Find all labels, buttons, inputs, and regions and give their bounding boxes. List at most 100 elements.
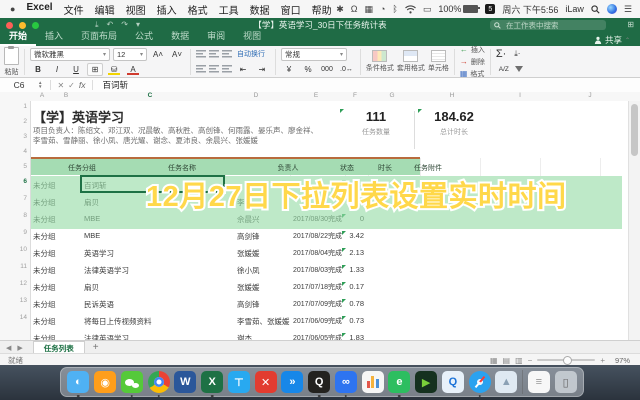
- search-input[interactable]: [504, 20, 598, 31]
- cell-r6c1[interactable]: 未分组: [33, 265, 81, 276]
- cell-r7c2[interactable]: 扇贝: [84, 282, 234, 293]
- bold-button[interactable]: B: [30, 63, 46, 76]
- next-sheet-icon[interactable]: ▶: [17, 344, 22, 352]
- row-header-1[interactable]: 1: [23, 103, 27, 110]
- align-center-icon[interactable]: [209, 65, 219, 73]
- cell-r5c5[interactable]: 2.13: [330, 248, 364, 257]
- sheet-grid[interactable]: 【学】英语学习 项目负责人：陈绍文、邓江双、况晨敏、高秋胜、高创锋、何雨露、晏乐…: [0, 101, 629, 340]
- red-x-app-icon[interactable]: ✕: [255, 371, 277, 393]
- cell-r6c2[interactable]: 法律英语学习: [84, 265, 234, 276]
- trash-icon[interactable]: ▯: [555, 371, 577, 393]
- number-format-select[interactable]: 常规 ▾: [281, 48, 347, 61]
- table-header-任务分组[interactable]: 任务分组: [68, 163, 96, 173]
- image-capture-icon[interactable]: ▦: [364, 5, 373, 14]
- table-row[interactable]: 未分组扇贝张媛媛2017/07/18完成0.17: [0, 278, 628, 296]
- table-header-负责人[interactable]: 负责人: [278, 163, 299, 173]
- cell-r5c1[interactable]: 未分组: [33, 248, 81, 259]
- cancel-entry-icon[interactable]: ✕: [57, 81, 64, 90]
- table-row[interactable]: 未分组法律英语学习徐小凤2017/08/03完成1.33: [0, 261, 628, 279]
- cell-r6c5[interactable]: 1.33: [330, 265, 364, 274]
- clock-icon[interactable]: ◔: [380, 5, 385, 14]
- table-row[interactable]: 未分组将每日上传视频资料李雪茹、张媛媛2017/06/09完成0.73: [0, 312, 628, 330]
- wechat-icon[interactable]: [121, 371, 143, 393]
- excel-icon[interactable]: X: [201, 371, 223, 393]
- cell-r7c1[interactable]: 未分组: [33, 282, 81, 293]
- table-header-任务附件[interactable]: 任务附件: [414, 163, 442, 173]
- ribbon-tab-视图[interactable]: 视图: [234, 29, 270, 46]
- decimal-buttons[interactable]: .0↔: [338, 63, 355, 76]
- normal-view-icon[interactable]: ▦: [490, 356, 498, 365]
- finder-icon[interactable]: ◐: [67, 371, 89, 393]
- column-header-I[interactable]: I: [519, 92, 521, 99]
- menu-6[interactable]: 工具: [219, 2, 239, 17]
- cell-r10c3[interactable]: 谢杰: [237, 333, 291, 340]
- bluetooth-icon[interactable]: ᛒ: [392, 5, 397, 14]
- cells-button-插入[interactable]: ←插入: [460, 45, 485, 55]
- zoom-percent[interactable]: 97%: [610, 356, 630, 365]
- sort-label[interactable]: A/Z: [496, 63, 512, 76]
- cell-r6c3[interactable]: 徐小凤: [237, 265, 291, 276]
- thunder-icon[interactable]: »: [281, 371, 303, 393]
- autosum-button[interactable]: Σ·: [496, 48, 506, 60]
- name-box[interactable]: C6: [0, 80, 38, 90]
- menu-9[interactable]: 帮助: [312, 2, 332, 17]
- cell-r9c2[interactable]: 将每日上传视频资料: [84, 316, 234, 327]
- row-header-14[interactable]: 14: [20, 314, 27, 321]
- column-header-A[interactable]: A: [40, 92, 44, 99]
- comma-style-button[interactable]: 000: [319, 63, 335, 76]
- ribbon-tab-插入[interactable]: 插入: [36, 29, 72, 46]
- sort-filter-icon[interactable]: [515, 66, 523, 72]
- column-header-F[interactable]: F: [353, 92, 357, 99]
- wrap-text-button[interactable]: 自动换行: [235, 48, 267, 61]
- row-header-6[interactable]: 6: [23, 178, 27, 185]
- cell-r5c2[interactable]: 英语学习: [84, 248, 234, 259]
- row-headers[interactable]: 1234567891011121314: [0, 101, 31, 340]
- table-header-任务名称[interactable]: 任务名称: [168, 163, 196, 173]
- percent-button[interactable]: %: [300, 63, 316, 76]
- cell-r8c3[interactable]: 高剑锋: [237, 299, 291, 310]
- row-header-12[interactable]: 12: [20, 280, 27, 287]
- align-middle-icon[interactable]: [209, 50, 219, 58]
- font-color-button[interactable]: A: [125, 63, 141, 76]
- row-header-11[interactable]: 11: [20, 263, 27, 270]
- indent-increase-button[interactable]: ⇥: [254, 63, 270, 76]
- row-header-3[interactable]: 3: [23, 133, 27, 140]
- ribbon-tab-数据[interactable]: 数据: [162, 29, 198, 46]
- launcher-icon[interactable]: ◉: [94, 371, 116, 393]
- quicktime-icon[interactable]: Q: [442, 371, 464, 393]
- close-window-button[interactable]: [6, 22, 13, 29]
- menu-excel[interactable]: Excel: [26, 2, 52, 17]
- photos-icon[interactable]: ▲: [495, 371, 517, 393]
- align-bottom-icon[interactable]: [222, 50, 232, 58]
- cell-r4c3[interactable]: 高剑锋: [237, 231, 291, 242]
- menu-5[interactable]: 格式: [188, 2, 208, 17]
- cell-r8c2[interactable]: 民诉英语: [84, 299, 234, 310]
- minimize-window-button[interactable]: [19, 22, 26, 29]
- row-header-4[interactable]: 4: [23, 148, 27, 155]
- cells-button-删除[interactable]: →删除: [460, 57, 485, 67]
- ribbon-tab-页面布局[interactable]: 页面布局: [72, 29, 126, 46]
- cell-r10c2[interactable]: 法律英语学习: [84, 333, 234, 340]
- display-icon[interactable]: ▭: [423, 5, 432, 14]
- indent-decrease-button[interactable]: ⇤: [235, 63, 251, 76]
- fill-color-button[interactable]: ⛁: [106, 63, 122, 76]
- row-header-9[interactable]: 9: [23, 229, 27, 236]
- row-header-7[interactable]: 7: [23, 195, 27, 202]
- align-right-icon[interactable]: [222, 65, 232, 73]
- cell-r10c5[interactable]: 1.83: [330, 333, 364, 340]
- row-header-2[interactable]: 2: [23, 118, 27, 125]
- menu-1[interactable]: 文件: [64, 2, 84, 17]
- cells-button-格式[interactable]: ▦格式: [460, 69, 485, 79]
- row-header-8[interactable]: 8: [23, 212, 27, 219]
- table-row[interactable]: 未分组MBE高剑锋2017/08/22完成3.42: [0, 227, 628, 245]
- apple-logo-icon[interactable]: ●: [10, 5, 15, 14]
- add-sheet-button[interactable]: +: [93, 342, 99, 353]
- column-header-E[interactable]: E: [314, 92, 318, 99]
- table-row[interactable]: 未分组民诉英语高剑锋2017/07/09完成0.78: [0, 295, 628, 313]
- borders-button[interactable]: ⊞: [87, 63, 103, 76]
- name-box-stepper[interactable]: ▲▼: [38, 81, 42, 89]
- paste-button[interactable]: 粘贴: [4, 47, 19, 77]
- window-grid-icon[interactable]: ⊞: [627, 20, 634, 29]
- table-row[interactable]: 未分组英语学习张媛媛2017/08/04完成2.13: [0, 244, 628, 262]
- row-header-10[interactable]: 10: [20, 246, 27, 253]
